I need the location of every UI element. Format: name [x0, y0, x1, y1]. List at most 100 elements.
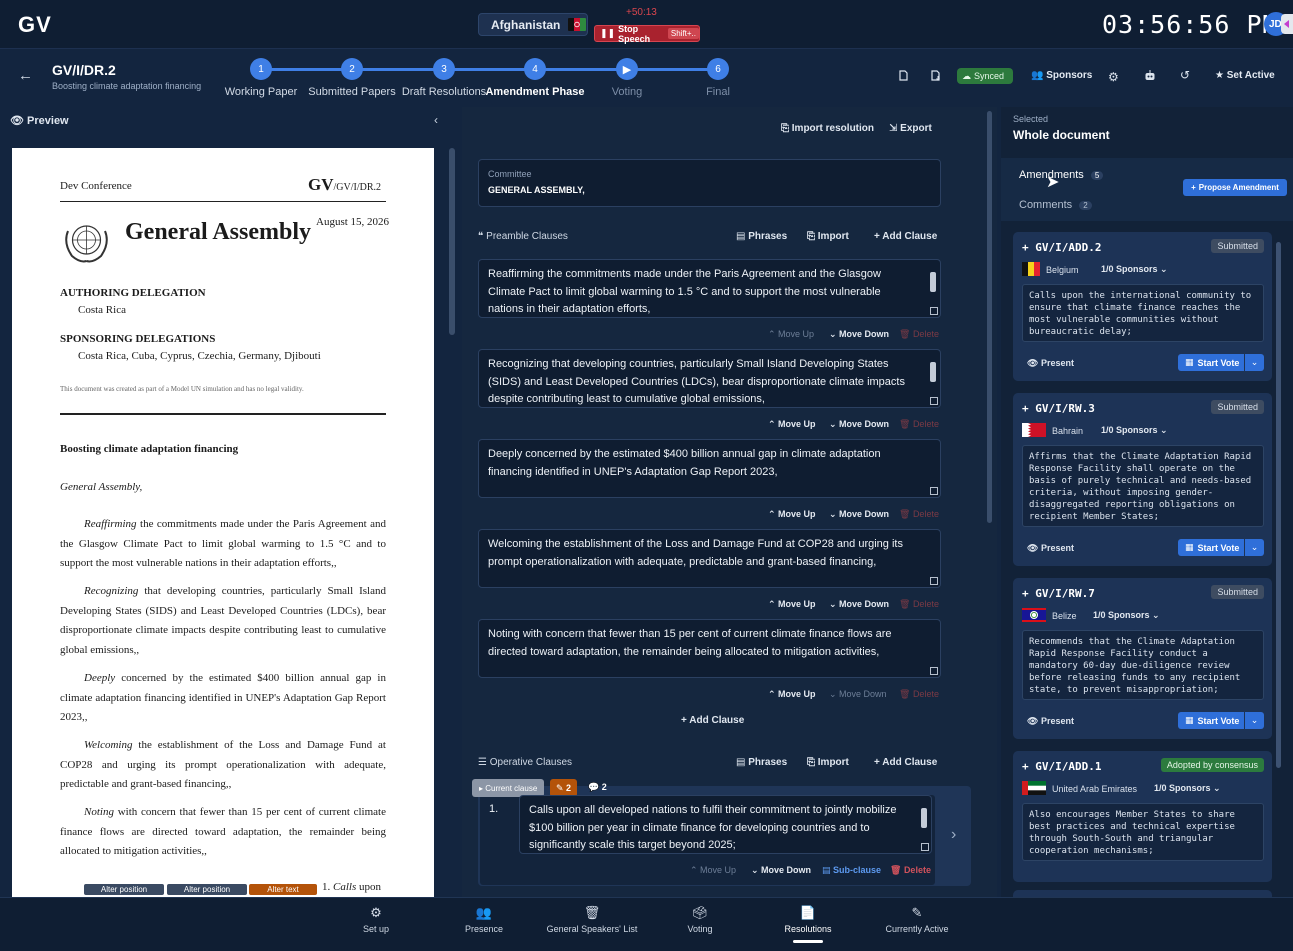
step-label-submitted-papers[interactable]: Submitted Papers	[308, 86, 395, 98]
gear-icon[interactable]: ⚙	[1108, 70, 1119, 84]
export-button[interactable]: ⇲ Export	[889, 123, 932, 134]
preamble-phrases-button[interactable]: ▤ Phrases	[736, 231, 787, 242]
sub-clause-button[interactable]: ▤ Sub-clause	[822, 865, 881, 876]
delete-button[interactable]: 🗑 Delete	[899, 599, 939, 610]
add-clause-button[interactable]: + Add Clause	[681, 715, 744, 726]
preamble-clause-1[interactable]: Reaffirming the commitments made under t…	[478, 259, 941, 318]
resize-handle[interactable]	[921, 843, 929, 851]
resize-handle[interactable]	[930, 397, 938, 405]
back-arrow-icon[interactable]: ←	[18, 67, 33, 84]
tab-comments[interactable]: Comments 2	[1019, 199, 1092, 211]
step-label-amendment-phase[interactable]: Amendment Phase	[485, 86, 584, 98]
amendment-card[interactable]: + GV/I/ADD.1 Adopted by consensus United…	[1013, 751, 1272, 882]
app-logo[interactable]: GV	[18, 12, 52, 38]
start-vote-dropdown[interactable]: ⌄	[1245, 712, 1264, 729]
operative-clause-1[interactable]: Calls upon all developed nations to fulf…	[519, 795, 932, 854]
delete-button[interactable]: 🗑 Delete	[899, 329, 939, 340]
present-button[interactable]: 👁 Present	[1027, 543, 1074, 554]
move-up-button[interactable]: ⌃ Move Up	[768, 329, 814, 340]
move-down-button[interactable]: ⌄ Move Down	[829, 689, 887, 700]
stop-speech-button[interactable]: ❚❚ Stop Speech Shift+..	[594, 24, 700, 44]
collapse-chevron-icon[interactable]: ‹	[434, 113, 438, 127]
step-voting-play-icon[interactable]: ▶	[616, 58, 638, 80]
start-vote-button[interactable]: ▦ Start Vote	[1178, 539, 1244, 556]
document-icon[interactable]	[899, 70, 908, 84]
committee-field[interactable]: Committee GENERAL ASSEMBLY,	[478, 159, 941, 207]
move-down-button[interactable]: ⌄ Move Down	[751, 865, 811, 876]
step-1[interactable]: 1	[250, 58, 272, 80]
side-drawer-toggle[interactable]	[1281, 14, 1293, 34]
amendment-tag[interactable]: Alter position	[84, 884, 164, 895]
current-speaker-pill[interactable]: Afghanistan	[478, 13, 588, 36]
nav-voting[interactable]: 🗳 Voting	[650, 905, 750, 934]
chevron-right-icon[interactable]: ›	[951, 826, 956, 844]
move-up-button[interactable]: ⌃ Move Up	[768, 599, 816, 610]
robot-icon[interactable]	[1144, 70, 1156, 84]
amendments-scrollbar[interactable]	[1276, 242, 1281, 768]
history-icon[interactable]: ↺	[1180, 68, 1190, 82]
move-down-button[interactable]: ⌄ Move Down	[829, 329, 889, 340]
step-2[interactable]: 2	[341, 58, 363, 80]
preamble-clause-2[interactable]: Recognizing that developing countries, p…	[478, 349, 941, 408]
nav-resolutions[interactable]: 📄 Resolutions	[758, 905, 858, 934]
delete-button[interactable]: 🗑 Delete	[890, 865, 931, 876]
start-vote-button[interactable]: ▦ Start Vote	[1178, 354, 1244, 371]
amendment-card-partial[interactable]	[1013, 890, 1272, 897]
editor-scrollbar[interactable]	[987, 111, 992, 523]
operative-import-button[interactable]: ⎘ Import	[807, 757, 849, 768]
step-4[interactable]: 4	[524, 58, 546, 80]
nav-general-speakers-list[interactable]: 🗑 General Speakers' List	[532, 905, 652, 934]
resize-handle[interactable]	[930, 667, 938, 675]
sponsors-dropdown[interactable]: 1/0 Sponsors ⌄	[1093, 610, 1160, 621]
start-vote-dropdown[interactable]: ⌄	[1245, 354, 1264, 371]
preamble-import-button[interactable]: ⎘ Import	[807, 231, 849, 242]
resize-handle[interactable]	[930, 487, 938, 495]
delete-button[interactable]: 🗑 Delete	[899, 689, 939, 700]
move-up-button[interactable]: ⌃ Move Up	[768, 689, 816, 700]
preamble-clause-5[interactable]: Noting with concern that fewer than 15 p…	[478, 619, 941, 678]
tab-amendments[interactable]: Amendments 5	[1019, 169, 1104, 181]
preview-scrollbar[interactable]	[449, 148, 455, 335]
preamble-add-clause-button[interactable]: + Add Clause	[874, 231, 937, 242]
clause-scrollbar[interactable]	[921, 808, 927, 828]
start-vote-button[interactable]: ▦ Start Vote	[1178, 712, 1244, 729]
amendment-card[interactable]: + GV/I/ADD.2 Submitted Belgium 1/0 Spons…	[1013, 232, 1272, 381]
nav-presence[interactable]: 👥 Presence	[434, 905, 534, 934]
sponsors-dropdown[interactable]: 1/0 Sponsors ⌄	[1101, 264, 1168, 275]
operative-add-clause-button[interactable]: + Add Clause	[874, 757, 937, 768]
amendment-tag[interactable]: Alter text	[249, 884, 317, 895]
step-6[interactable]: 6	[707, 58, 729, 80]
sponsors-button[interactable]: 👥 Sponsors	[1031, 70, 1092, 81]
clause-scrollbar[interactable]	[930, 362, 936, 382]
resize-handle[interactable]	[930, 577, 938, 585]
clause-scrollbar[interactable]	[930, 272, 936, 292]
present-button[interactable]: 👁 Present	[1027, 716, 1074, 727]
step-label-draft-resolutions[interactable]: Draft Resolutions	[402, 86, 486, 98]
delete-button[interactable]: 🗑 Delete	[899, 509, 939, 520]
sponsors-dropdown[interactable]: 1/0 Sponsors ⌄	[1154, 783, 1221, 794]
comment-count-badge[interactable]: 💬 2	[588, 782, 607, 793]
amendment-tag[interactable]: Alter position	[167, 884, 247, 895]
start-vote-dropdown[interactable]: ⌄	[1245, 539, 1264, 556]
propose-amendment-button[interactable]: + Propose Amendment	[1183, 179, 1287, 196]
document-download-icon[interactable]	[931, 70, 942, 84]
preamble-clause-3[interactable]: Deeply concerned by the estimated $400 b…	[478, 439, 941, 498]
move-up-button[interactable]: ⌃ Move Up	[768, 509, 816, 520]
resize-handle[interactable]	[930, 307, 938, 315]
set-active-button[interactable]: ★ Set Active	[1215, 70, 1275, 81]
amendment-card[interactable]: + GV/I/RW.7 Submitted Belize 1/0 Sponsor…	[1013, 578, 1272, 739]
move-up-button[interactable]: ⌃ Move Up	[768, 419, 816, 430]
amendment-card[interactable]: + GV/I/RW.3 Submitted Bahrain 1/0 Sponso…	[1013, 393, 1272, 566]
move-down-button[interactable]: ⌄ Move Down	[829, 419, 889, 430]
step-label-final[interactable]: Final	[706, 86, 730, 98]
present-button[interactable]: 👁 Present	[1027, 358, 1074, 369]
preamble-clause-4[interactable]: Welcoming the establishment of the Loss …	[478, 529, 941, 588]
step-3[interactable]: 3	[433, 58, 455, 80]
move-up-button[interactable]: ⌃ Move Up	[690, 865, 736, 876]
delete-button[interactable]: 🗑 Delete	[899, 419, 939, 430]
step-label-voting[interactable]: Voting	[612, 86, 643, 98]
step-label-working-paper[interactable]: Working Paper	[225, 86, 298, 98]
import-resolution-button[interactable]: ⎘ Import resolution	[781, 123, 874, 134]
sponsors-dropdown[interactable]: 1/0 Sponsors ⌄	[1101, 425, 1168, 436]
nav-set-up[interactable]: ⚙ Set up	[326, 905, 426, 934]
